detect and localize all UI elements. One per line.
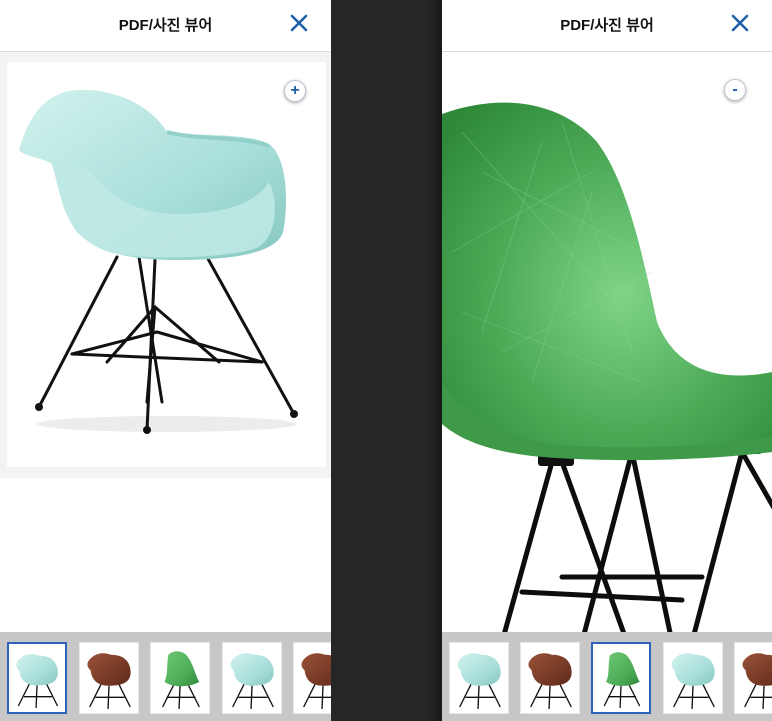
image-viewer[interactable] [0,52,331,478]
close-icon[interactable] [286,10,312,36]
thumbnail-3[interactable] [591,642,651,714]
thumbnail-strip[interactable] [442,632,772,721]
thumbnail-3[interactable] [150,642,210,714]
chair-image [7,62,326,467]
image-viewer[interactable] [442,52,772,632]
close-icon[interactable] [727,10,753,36]
viewer-header: PDF/사진 뷰어 [0,0,331,52]
right-viewer-panel: PDF/사진 뷰어 - [442,0,772,721]
thumbnail-2[interactable] [79,642,139,714]
thumbnail-1[interactable] [449,642,509,714]
zoom-in-icon[interactable]: + [284,80,306,102]
thumbnail-4[interactable] [222,642,282,714]
thumbnail-5[interactable] [734,642,772,714]
viewer-title: PDF/사진 뷰어 [560,17,654,34]
left-viewer-panel: PDF/사진 뷰어 + [0,0,331,721]
viewer-header: PDF/사진 뷰어 [442,0,772,52]
thumbnail-strip[interactable] [0,632,331,721]
zoom-out-icon[interactable]: - [724,79,746,101]
thumbnail-4[interactable] [663,642,723,714]
chair-image-zoomed [442,102,772,632]
panel-divider [331,0,442,721]
thumbnail-2[interactable] [520,642,580,714]
thumbnail-1[interactable] [7,642,67,714]
thumbnail-5[interactable] [293,642,331,714]
viewer-title: PDF/사진 뷰어 [118,17,213,34]
